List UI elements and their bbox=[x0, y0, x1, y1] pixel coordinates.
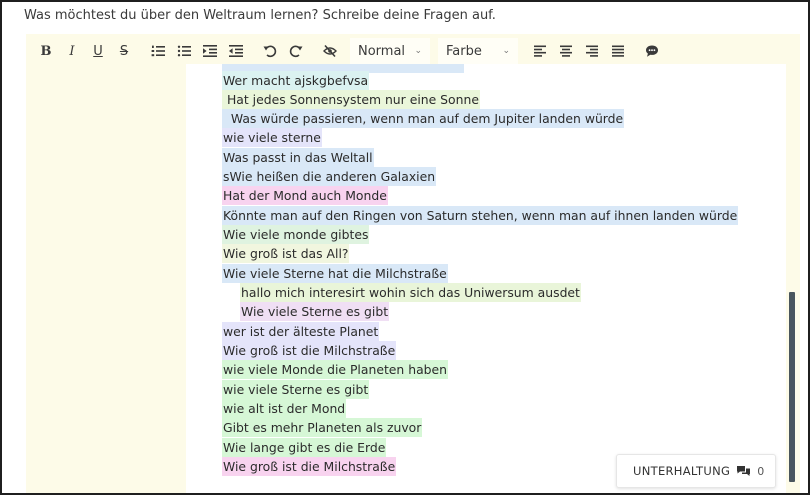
editor-toolbar: B I U S Normal ⌄ Farbe ⌄ bbox=[26, 34, 800, 68]
conversation-count: 0 bbox=[757, 464, 765, 478]
text-line[interactable]: Könnte man auf den Ringen von Saturn ste… bbox=[222, 206, 739, 225]
text-line[interactable]: Was würde passieren, wenn man auf dem Ju… bbox=[222, 109, 625, 128]
text-line[interactable]: Gibt es mehr Planeten als zuvor bbox=[222, 418, 423, 437]
text-line[interactable]: Wie groß ist die Milchstraße bbox=[222, 457, 397, 476]
chevron-down-icon: ⌄ bbox=[414, 46, 422, 56]
bullet-list-icon bbox=[177, 45, 191, 57]
align-justify-icon bbox=[612, 45, 624, 57]
align-right-button[interactable] bbox=[580, 39, 604, 63]
text-line[interactable]: Wie viele Sterne es gibt bbox=[240, 302, 390, 321]
outdent-button[interactable] bbox=[224, 39, 248, 63]
text-line[interactable]: Wer macht ajskgbefvsa bbox=[222, 71, 370, 90]
hide-icon bbox=[323, 44, 337, 58]
text-color-value: Farbe bbox=[446, 43, 482, 59]
text-line[interactable]: wie viele sterne bbox=[222, 128, 322, 147]
scrollbar-thumb[interactable] bbox=[789, 292, 795, 482]
text-line[interactable]: Wie viele monde gibtes bbox=[222, 225, 370, 244]
align-left-icon bbox=[534, 45, 546, 57]
align-center-button[interactable] bbox=[554, 39, 578, 63]
ordered-list-button[interactable] bbox=[146, 39, 170, 63]
text-line[interactable]: wer ist der älteste Planet bbox=[222, 322, 380, 341]
redo-icon bbox=[289, 45, 303, 58]
text-line[interactable]: wie viele Sterne es gibt bbox=[222, 380, 370, 399]
text-line[interactable]: sWie heißen die anderen Galaxien bbox=[222, 167, 437, 186]
align-center-icon bbox=[560, 45, 572, 57]
text-line[interactable]: Wie groß ist die Milchstraße bbox=[222, 341, 397, 360]
window-frame: Was möchtest du über den Weltraum lernen… bbox=[0, 0, 810, 495]
comment-icon bbox=[646, 45, 658, 57]
text-line[interactable]: hallo mich interesirt wohin sich das Uni… bbox=[240, 283, 581, 302]
conversation-button[interactable]: UNTERHALTUNG 0 bbox=[616, 454, 776, 488]
text-line[interactable]: Was passt in das Weltall bbox=[222, 148, 374, 167]
chevron-down-icon: ⌄ bbox=[502, 46, 510, 56]
text-line[interactable]: Wie lange gibt es die Erde bbox=[222, 438, 387, 457]
align-left-button[interactable] bbox=[528, 39, 552, 63]
outdent-icon bbox=[229, 45, 243, 57]
editor-content[interactable]: Wer macht ajskgbefvsa Hat jedes Sonnensy… bbox=[186, 64, 786, 493]
text-size-value: Normal bbox=[358, 43, 406, 59]
question-prompt: Was möchtest du über den Weltraum lernen… bbox=[24, 8, 496, 23]
redo-button[interactable] bbox=[284, 39, 308, 63]
text-line[interactable]: Wie viele Sterne hat die Milchstraße bbox=[222, 264, 448, 283]
text-line[interactable]: wie alt ist der Mond bbox=[222, 399, 347, 418]
comment-button[interactable] bbox=[640, 39, 664, 63]
italic-button[interactable]: I bbox=[60, 39, 84, 63]
rich-text-editor: B I U S Normal ⌄ Farbe ⌄ Wer macht ajskg… bbox=[26, 34, 800, 493]
hide-button[interactable] bbox=[318, 39, 342, 63]
text-color-select[interactable]: Farbe ⌄ bbox=[438, 38, 518, 64]
align-right-icon bbox=[586, 45, 598, 57]
chat-icon bbox=[736, 465, 751, 478]
undo-icon bbox=[263, 45, 277, 58]
text-line[interactable]: Wie groß ist das All? bbox=[222, 244, 350, 263]
text-line[interactable]: Hat jedes Sonnensystem nur eine Sonne bbox=[222, 90, 480, 109]
underline-button[interactable]: U bbox=[86, 39, 110, 63]
text-size-select[interactable]: Normal ⌄ bbox=[350, 38, 430, 64]
text-line[interactable]: wie viele Monde die Planeten haben bbox=[222, 360, 449, 379]
align-justify-button[interactable] bbox=[606, 39, 630, 63]
conversation-label: UNTERHALTUNG bbox=[633, 464, 731, 478]
bullet-list-button[interactable] bbox=[172, 39, 196, 63]
indent-icon bbox=[203, 45, 217, 57]
indent-button[interactable] bbox=[198, 39, 222, 63]
undo-button[interactable] bbox=[258, 39, 282, 63]
ordered-list-icon bbox=[151, 45, 165, 57]
bold-button[interactable]: B bbox=[34, 39, 58, 63]
text-line[interactable]: Hat der Mond auch Monde bbox=[222, 186, 388, 205]
strikethrough-button[interactable]: S bbox=[112, 39, 136, 63]
